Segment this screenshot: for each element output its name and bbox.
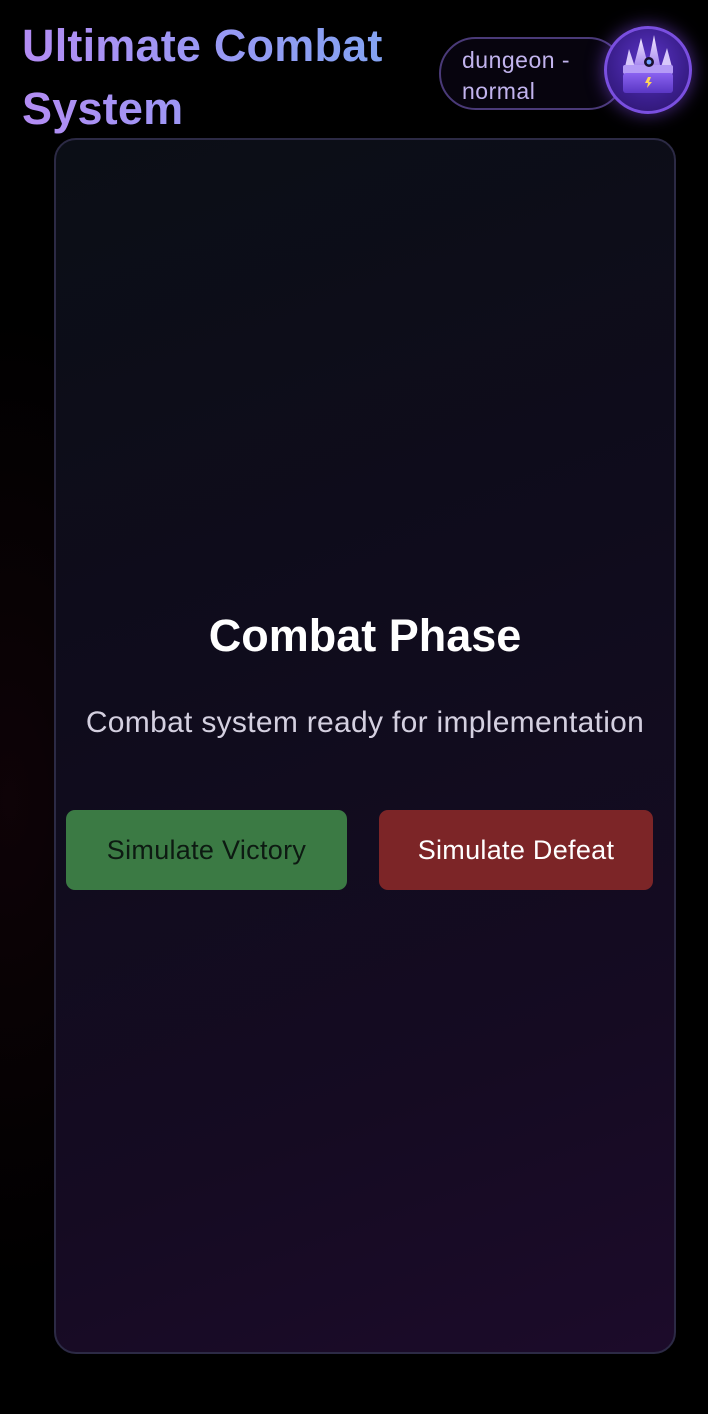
page: Ultimate Combat System dungeon - normal [0, 0, 708, 1414]
location-badge: dungeon - normal [439, 37, 625, 110]
combat-status-text: Combat system ready for implementation [85, 706, 645, 739]
combat-phase-title: Combat Phase [208, 610, 522, 661]
avatar[interactable] [604, 26, 692, 114]
simulate-victory-button[interactable]: Simulate Victory [66, 810, 347, 890]
crystal-crown-chest-icon [623, 35, 673, 93]
combat-panel [54, 138, 676, 1354]
location-badge-line-1: dungeon - [462, 47, 571, 73]
simulate-defeat-button[interactable]: Simulate Defeat [379, 810, 653, 890]
location-badge-line-2: normal [462, 78, 536, 104]
app-title: Ultimate Combat System [22, 14, 422, 140]
